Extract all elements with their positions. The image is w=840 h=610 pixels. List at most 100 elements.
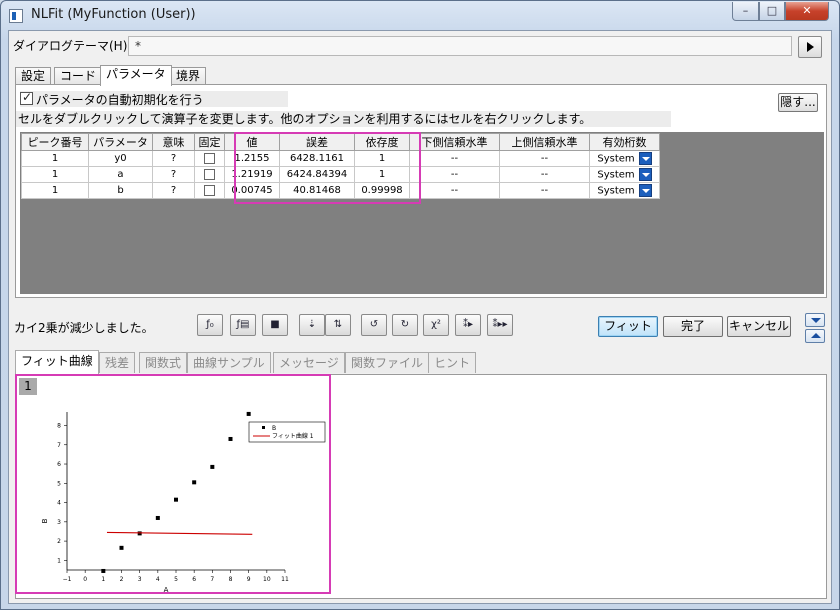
minimize-button[interactable]: – xyxy=(732,2,759,21)
chi-square-icon: χ² xyxy=(431,319,441,330)
triangle-right-icon xyxy=(807,42,814,52)
dropdown-arrow-icon[interactable] xyxy=(638,152,652,165)
tab-messages[interactable]: メッセージ xyxy=(273,352,345,373)
cell-lower-cl[interactable]: -- xyxy=(409,166,500,183)
cell-dependency[interactable]: 0.99998 xyxy=(354,182,410,199)
col-dependency[interactable]: 依存度 xyxy=(354,133,410,151)
cell-dependency[interactable]: 1 xyxy=(354,166,410,183)
cell-lower-cl[interactable]: -- xyxy=(409,182,500,199)
auto-init-row[interactable]: パラメータの自動初期化を行う xyxy=(20,90,288,107)
col-parameter[interactable]: パラメータ xyxy=(88,133,153,151)
dropdown-arrow-icon[interactable] xyxy=(638,168,652,181)
chevron-down-icon xyxy=(811,318,821,323)
sig-digits-value: System xyxy=(597,153,635,165)
cell-sig-digits[interactable]: System xyxy=(589,150,660,167)
init-params-button[interactable]: ƒ₀ xyxy=(197,314,223,336)
collapse-down-button[interactable] xyxy=(805,313,825,327)
tab-bounds[interactable]: 境界 xyxy=(170,67,207,85)
save-button[interactable]: ■ xyxy=(262,314,288,336)
sort-up-button[interactable]: ⇅ xyxy=(325,314,351,336)
title-bar[interactable]: NLFit (MyFunction (User)) – □ ✕ xyxy=(1,1,839,31)
tab-parameters[interactable]: パラメータ xyxy=(100,65,172,86)
cell-meaning[interactable]: ? xyxy=(152,182,195,199)
table-row: 1 y0 ? 1.2155 6428.1161 1 -- -- System xyxy=(21,150,660,167)
undo-icon: ↺ xyxy=(369,319,379,330)
init-params-icon: ƒ₀ xyxy=(206,319,214,330)
cell-dependency[interactable]: 1 xyxy=(354,150,410,167)
tab-code[interactable]: コード xyxy=(54,67,103,85)
tab-hints[interactable]: ヒント xyxy=(428,352,477,373)
one-iteration-button[interactable]: ⁑▸ xyxy=(455,314,481,336)
undo-button[interactable]: ↺ xyxy=(361,314,387,336)
sig-digits-value: System xyxy=(597,169,635,181)
close-button[interactable]: ✕ xyxy=(785,2,829,21)
chi-square-button[interactable]: χ² xyxy=(423,314,449,336)
tab-residuals[interactable]: 残差 xyxy=(99,352,136,373)
tab-formula[interactable]: 関数式 xyxy=(139,352,188,373)
cell-parameter[interactable]: b xyxy=(88,182,153,199)
cell-peak[interactable]: 1 xyxy=(21,182,89,199)
cell-upper-cl[interactable]: -- xyxy=(499,182,590,199)
cell-meaning[interactable]: ? xyxy=(152,166,195,183)
col-peak[interactable]: ピーク番号 xyxy=(21,133,89,151)
cell-meaning[interactable]: ? xyxy=(152,150,195,167)
cell-error[interactable]: 6424.84394 xyxy=(279,166,355,183)
theme-menu-button[interactable] xyxy=(798,36,822,58)
fit-until-converged-icon: ⁑▸▸ xyxy=(492,319,508,330)
cell-error[interactable]: 6428.1161 xyxy=(279,150,355,167)
hide-button[interactable]: 隠す... xyxy=(778,93,818,112)
cell-value[interactable]: 1.21919 xyxy=(224,166,280,183)
col-meaning[interactable]: 意味 xyxy=(152,133,195,151)
floppy-icon: ■ xyxy=(270,319,280,330)
nlfit-window: NLFit (MyFunction (User)) – □ ✕ ダイアログテーマ… xyxy=(0,0,840,610)
fixed-checkbox[interactable] xyxy=(204,152,215,164)
col-upper-cl[interactable]: 上側信頼水準 xyxy=(499,133,590,151)
fit-until-converged-button[interactable]: ⁑▸▸ xyxy=(487,314,513,336)
sort-down-button[interactable]: ⇣ xyxy=(299,314,325,336)
parameter-table: ピーク番号 パラメータ 意味 固定 値 誤差 依存度 下側信頼水準 上側信頼水準… xyxy=(21,133,660,199)
cancel-button[interactable]: キャンセル xyxy=(727,316,791,337)
fixed-checkbox[interactable] xyxy=(204,184,215,196)
tab-sample-curve[interactable]: 曲線サンプル xyxy=(187,352,271,373)
col-sig-digits[interactable]: 有効桁数 xyxy=(589,133,660,151)
col-fixed[interactable]: 固定 xyxy=(194,133,225,151)
cell-error[interactable]: 40.81468 xyxy=(279,182,355,199)
cell-value[interactable]: 0.00745 xyxy=(224,182,280,199)
dropdown-arrow-icon[interactable] xyxy=(638,184,652,197)
theme-input[interactable]: * xyxy=(128,36,792,56)
cell-peak[interactable]: 1 xyxy=(21,166,89,183)
auto-init-checkbox[interactable] xyxy=(20,90,33,105)
col-value[interactable]: 値 xyxy=(224,133,280,151)
tab-fit-curve[interactable]: フィット曲線 xyxy=(15,350,99,374)
cell-value[interactable]: 1.2155 xyxy=(224,150,280,167)
cell-lower-cl[interactable]: -- xyxy=(409,150,500,167)
cell-parameter[interactable]: y0 xyxy=(88,150,153,167)
cell-peak[interactable]: 1 xyxy=(21,150,89,167)
auto-init-label: パラメータの自動初期化を行う xyxy=(36,93,204,107)
tab-function-file[interactable]: 関数ファイル xyxy=(345,352,430,373)
cell-parameter[interactable]: a xyxy=(88,166,153,183)
hint-text: セルをダブルクリックして演算子を変更します。他のオプションを利用するにはセルを右… xyxy=(16,111,671,127)
col-error[interactable]: 誤差 xyxy=(279,133,355,151)
sig-digits-value: System xyxy=(597,185,635,197)
cell-upper-cl[interactable]: -- xyxy=(499,150,590,167)
status-message: カイ2乗が減少しました。 xyxy=(14,321,154,335)
fit-button[interactable]: フィット xyxy=(598,316,658,337)
fixed-checkbox[interactable] xyxy=(204,168,215,180)
maximize-button[interactable]: □ xyxy=(759,2,785,21)
theme-label: ダイアログテーマ(H) xyxy=(13,39,128,53)
cell-sig-digits[interactable]: System xyxy=(589,166,660,183)
cell-fixed[interactable] xyxy=(194,182,225,199)
cell-sig-digits[interactable]: System xyxy=(589,182,660,199)
function-file-button[interactable]: ƒ▤ xyxy=(230,314,256,336)
cell-upper-cl[interactable]: -- xyxy=(499,166,590,183)
done-button[interactable]: 完了 xyxy=(663,316,723,337)
function-file-icon: ƒ▤ xyxy=(236,319,250,330)
redo-button[interactable]: ↻ xyxy=(392,314,418,336)
expand-up-button[interactable] xyxy=(805,329,825,343)
cell-fixed[interactable] xyxy=(194,166,225,183)
cell-fixed[interactable] xyxy=(194,150,225,167)
tab-settings[interactable]: 設定 xyxy=(15,67,52,85)
window-title: NLFit (MyFunction (User)) xyxy=(31,7,196,22)
col-lower-cl[interactable]: 下側信頼水準 xyxy=(409,133,500,151)
